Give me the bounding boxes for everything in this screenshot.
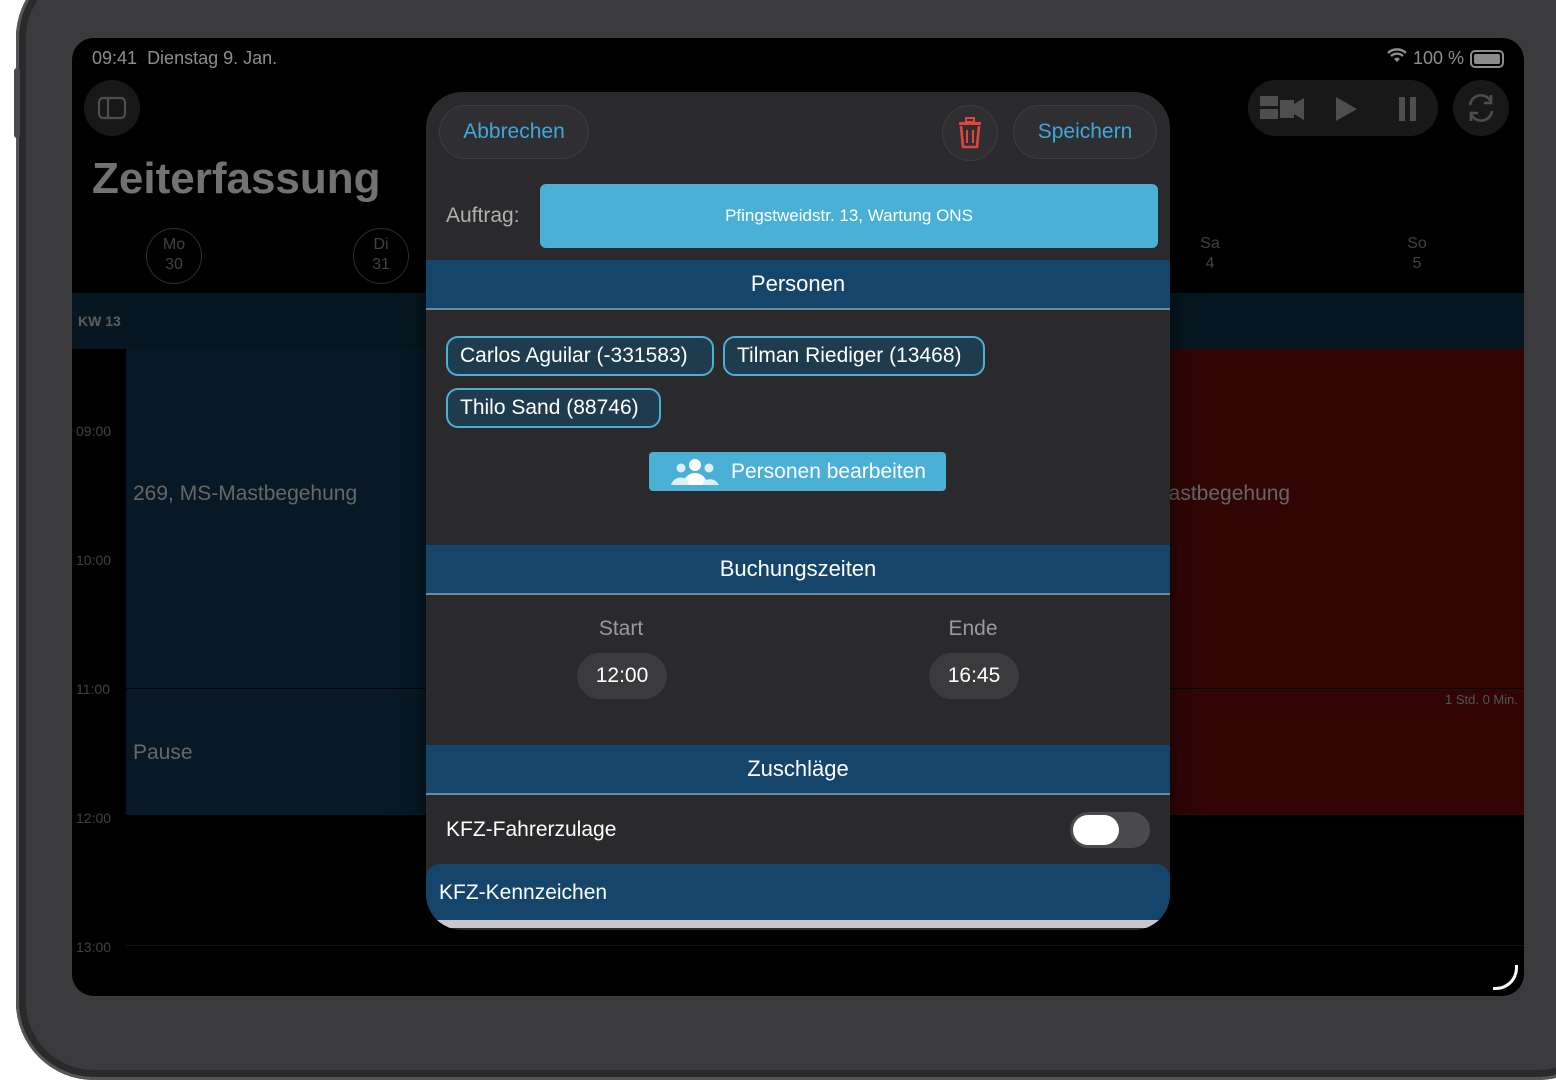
license-plate-section-header[interactable]: KFZ-Kennzeichen <box>426 864 1170 922</box>
edit-persons-button[interactable]: Personen bearbeiten <box>649 452 946 491</box>
cancel-button[interactable]: Abbrechen <box>439 105 589 159</box>
persons-section-header: Personen <box>426 260 1170 310</box>
edit-persons-label: Personen bearbeiten <box>731 459 926 483</box>
booking-times-section-header: Buchungszeiten <box>426 545 1170 595</box>
volume-button <box>14 68 20 138</box>
order-label: Auftrag: <box>446 204 520 227</box>
trash-icon <box>959 117 981 149</box>
start-time-picker[interactable]: 12:00 <box>577 653 667 699</box>
people-icon <box>671 458 719 485</box>
order-select-button[interactable]: Pfingstweidstr. 13, Wartung ONS <box>540 184 1158 248</box>
end-label: Ende <box>948 617 998 640</box>
sheet-bottom-divider <box>426 920 1170 928</box>
surcharge-label: KFZ-Fahrerzulage <box>446 818 617 841</box>
surcharges-section-header: Zuschläge <box>426 745 1170 795</box>
start-label: Start <box>598 617 644 640</box>
save-button[interactable]: Speichern <box>1013 105 1157 159</box>
person-chip[interactable]: Carlos Aguilar (-331583) <box>446 336 714 376</box>
delete-button[interactable] <box>942 105 998 161</box>
person-chip[interactable]: Thilo Sand (88746) <box>446 388 661 428</box>
booking-edit-sheet: Abbrechen Speichern Auftrag: Pfingstweid… <box>426 92 1170 930</box>
driver-allowance-toggle[interactable] <box>1070 812 1150 848</box>
person-chip[interactable]: Tilman Riediger (13468) <box>723 336 985 376</box>
end-time-picker[interactable]: 16:45 <box>929 653 1019 699</box>
